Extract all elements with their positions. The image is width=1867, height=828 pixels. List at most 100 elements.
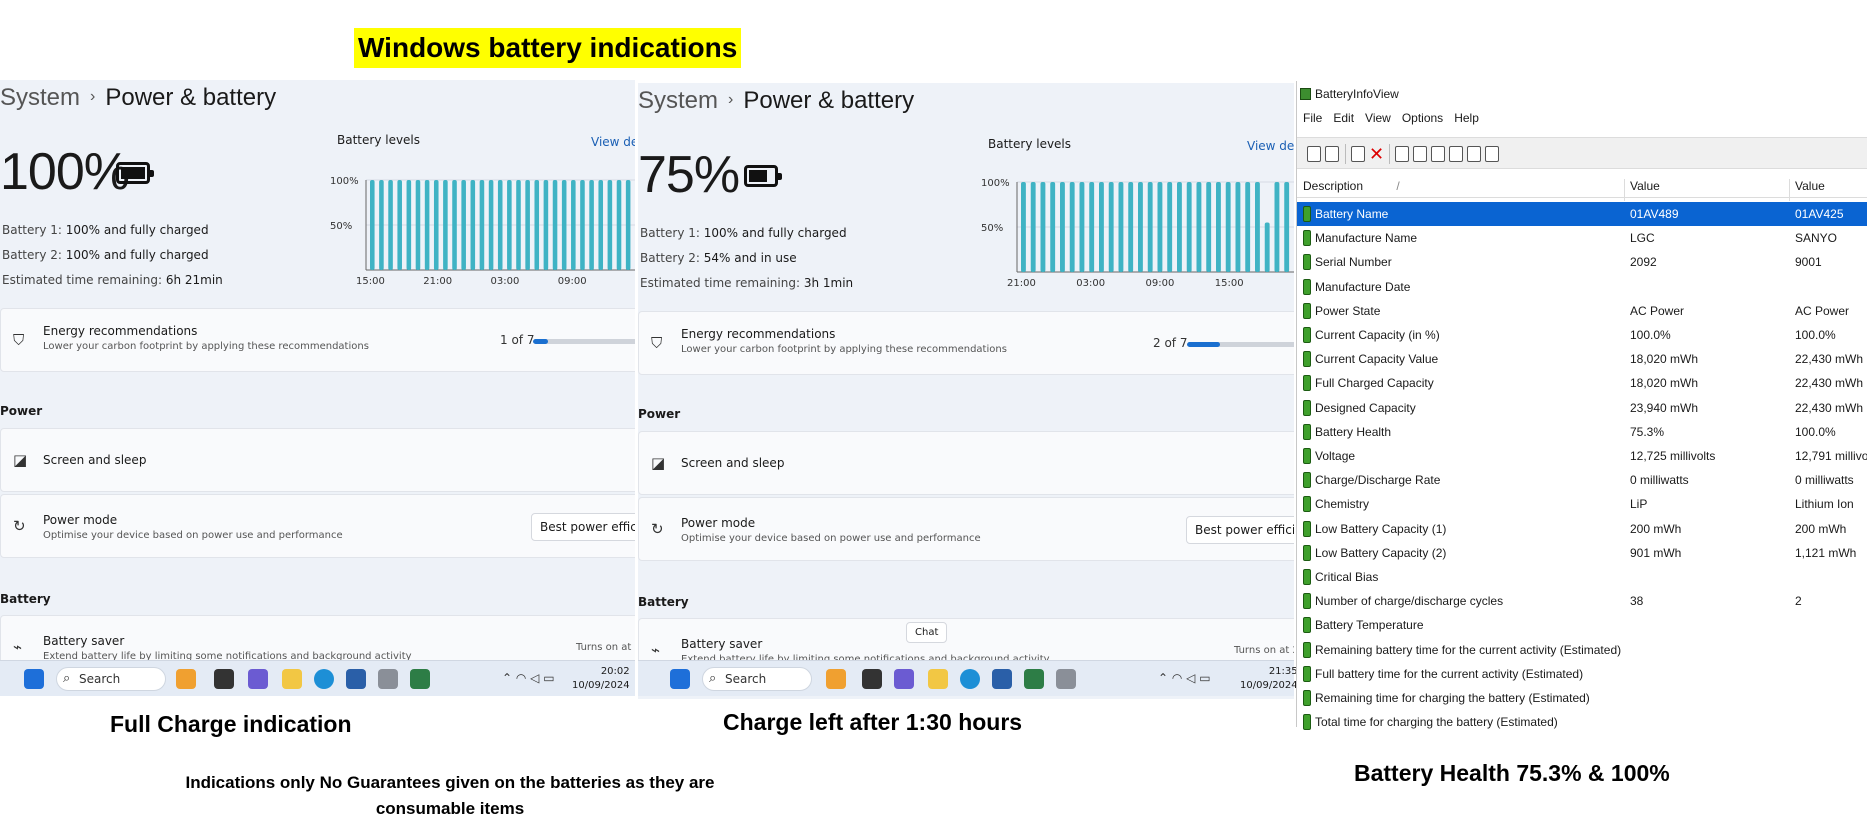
start-icon[interactable] <box>24 669 44 689</box>
battery-level-bar <box>1089 182 1095 272</box>
menu-edit[interactable]: Edit <box>1333 111 1354 125</box>
copy-selected-icon[interactable] <box>1431 146 1445 162</box>
row-description: Power State <box>1315 303 1381 318</box>
start-icon[interactable] <box>670 669 690 689</box>
store-icon[interactable] <box>992 669 1012 689</box>
table-row[interactable]: Battery Health 75.3% 100.0% <box>1297 420 1867 444</box>
table-row[interactable]: Remaining battery time for the current a… <box>1297 638 1867 662</box>
table-row[interactable]: Serial Number 2092 9001 <box>1297 250 1867 274</box>
system-tray[interactable]: ⌃ ◠ ◁ ▭ <box>1158 671 1211 685</box>
taskbar-search[interactable]: ⌕ Search <box>56 667 166 691</box>
taskbar: ⌕ Search ⌃ ◠ ◁ ▭ 21:35 10/09/2024 <box>638 660 1298 696</box>
table-row[interactable]: Voltage 12,725 millivolts 12,791 millivolt… <box>1297 444 1867 468</box>
breadcrumb-system[interactable]: System <box>638 87 718 114</box>
table-row[interactable]: Designed Capacity 23,940 mWh 22,430 mWh <box>1297 396 1867 420</box>
store-icon[interactable] <box>346 669 366 689</box>
battery-levels-title: Battery levels <box>337 133 421 147</box>
search-icon: ⌕ <box>709 671 717 686</box>
table-row[interactable]: Manufacture Date <box>1297 275 1867 299</box>
table-row[interactable]: Battery Temperature <box>1297 613 1867 637</box>
battery-icon <box>1303 641 1311 658</box>
table-row[interactable]: Full Charged Capacity 18,020 mWh 22,430 mW… <box>1297 371 1867 395</box>
column-value-2[interactable]: Value <box>1795 179 1825 193</box>
table-row[interactable]: Charge/Discharge Rate 0 milliwatts 0 milli… <box>1297 468 1867 492</box>
edge-icon[interactable] <box>960 669 980 689</box>
menu-help[interactable]: Help <box>1454 111 1479 125</box>
table-row[interactable]: Low Battery Capacity (1) 200 mWh 200 mWh <box>1297 517 1867 541</box>
battery-icon <box>1303 472 1311 489</box>
power-mode-label: Power mode <box>43 513 118 527</box>
widget-icon[interactable] <box>176 669 196 689</box>
battery-icon <box>1303 448 1311 464</box>
widget-icon[interactable] <box>826 669 846 689</box>
breadcrumb: System › Power & battery <box>638 87 914 115</box>
file-explorer-icon[interactable] <box>928 669 948 689</box>
task-view-icon[interactable] <box>214 669 234 689</box>
screen-sleep-label: Screen and sleep <box>43 453 147 467</box>
screen-sleep-card[interactable]: ◪ Screen and sleep <box>638 431 1294 495</box>
system-tray[interactable]: ⌃ ◠ ◁ ▭ <box>502 671 555 685</box>
energy-recommendations-card[interactable]: ⛉ Energy recommendations Lower your carb… <box>638 311 1294 375</box>
settings-icon[interactable] <box>378 669 398 689</box>
batteryinfoview-window: BatteryInfoView File Edit View Options Help … <box>1296 81 1867 731</box>
table-row[interactable]: Manufacture Name LGC SANYO <box>1297 226 1867 250</box>
refresh-icon[interactable] <box>1413 146 1427 162</box>
table-row[interactable]: Power State AC Power AC Power <box>1297 299 1867 323</box>
table-row[interactable]: Critical Bias <box>1297 565 1867 589</box>
power-mode-dropdown[interactable]: Best power efficiency <box>531 513 635 541</box>
row-value: 22,430 mWh <box>1795 400 1864 415</box>
breadcrumb-system[interactable]: System <box>0 84 80 111</box>
table-row[interactable]: Low Battery Capacity (2) 901 mWh 1,121 mWh <box>1297 541 1867 565</box>
screen-sleep-card[interactable]: ◪ Screen and sleep <box>0 428 635 492</box>
report-icon[interactable] <box>1351 146 1365 162</box>
battery-icon <box>1303 399 1311 416</box>
battery-level-bar <box>1245 182 1251 272</box>
taskbar-search[interactable]: ⌕ Search <box>702 667 812 691</box>
column-description[interactable]: Description / <box>1303 179 1400 193</box>
view-details-link[interactable]: View deta <box>1247 139 1294 153</box>
battery1-status: Battery 1: 100% and fully charged <box>2 223 209 237</box>
menu-file[interactable]: File <box>1303 111 1322 125</box>
delete-icon[interactable]: ✕ <box>1369 144 1384 165</box>
battery-level-bar <box>1196 182 1202 272</box>
app-icon[interactable] <box>410 669 430 689</box>
clock[interactable]: 21:35 10/09/2024 <box>1240 665 1298 693</box>
menu-options[interactable]: Options <box>1402 111 1443 125</box>
battery-icon <box>1303 617 1311 634</box>
chat-icon[interactable] <box>894 669 914 689</box>
table-row[interactable]: Current Capacity Value 18,020 mWh 22,430 m… <box>1297 347 1867 371</box>
battery-level-bar <box>388 180 393 270</box>
table-row[interactable]: Current Capacity (in %) 100.0% 100.0% <box>1297 323 1867 347</box>
save-icon[interactable] <box>1395 146 1409 162</box>
chat-icon[interactable] <box>248 669 268 689</box>
find-icon[interactable] <box>1467 146 1481 162</box>
column-value-1[interactable]: Value <box>1630 179 1660 193</box>
table-row[interactable]: Battery Name 01AV489 01AV425 <box>1297 202 1867 226</box>
row-description: Manufacture Name <box>1315 231 1418 246</box>
app-icon[interactable] <box>1024 669 1044 689</box>
properties-icon[interactable] <box>1307 146 1321 162</box>
table-row[interactable]: Total time for charging the battery (Est… <box>1297 710 1867 734</box>
menu-view[interactable]: View <box>1365 111 1391 125</box>
chevron-right-icon: › <box>728 91 734 108</box>
table-row[interactable]: Full battery time for the current activi… <box>1297 662 1867 686</box>
battery-levels-chart: 100% 50% 21:00 03:00 09:00 15:00 <box>981 178 1294 289</box>
settings-icon[interactable] <box>1056 669 1076 689</box>
table-row[interactable]: Remaining time for charging the battery … <box>1297 686 1867 710</box>
battery-icon <box>1303 230 1311 247</box>
edge-icon[interactable] <box>314 669 334 689</box>
table-row[interactable]: Number of charge/discharge cycles 38 2 <box>1297 589 1867 613</box>
row-description: Current Capacity (in %) <box>1315 328 1440 342</box>
view-details-link[interactable]: View deta <box>591 135 635 149</box>
energy-recommendations-card[interactable]: ⛉ Energy recommendations Lower your carb… <box>0 308 635 372</box>
clock[interactable]: 20:02 10/09/2024 <box>572 665 630 693</box>
exit-icon[interactable] <box>1485 146 1499 162</box>
task-view-icon[interactable] <box>862 669 882 689</box>
copy-icon[interactable] <box>1325 146 1339 162</box>
table-row[interactable]: Chemistry LiP Lithium Ion <box>1297 492 1867 516</box>
battery-level-bar <box>397 180 402 270</box>
html-report-icon[interactable] <box>1449 146 1463 162</box>
file-explorer-icon[interactable] <box>282 669 302 689</box>
battery-level-bar <box>543 180 549 270</box>
power-mode-dropdown[interactable]: Best power efficiency <box>1186 516 1294 544</box>
